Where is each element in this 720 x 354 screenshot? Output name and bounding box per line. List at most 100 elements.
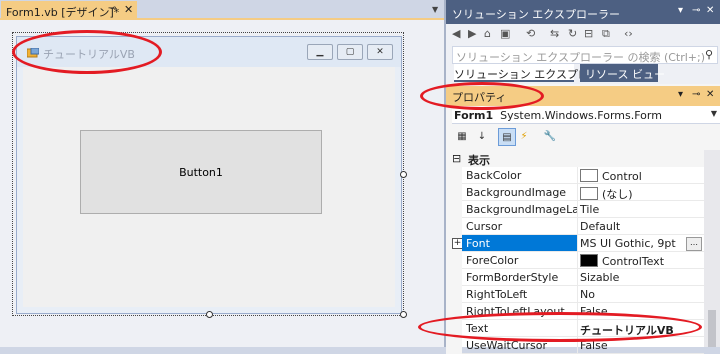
object-name: Form1 bbox=[454, 109, 494, 122]
alphabetical-icon[interactable]: ↓ bbox=[474, 128, 490, 144]
row-gutter: + bbox=[446, 235, 463, 252]
maximize-button[interactable]: ▢ bbox=[337, 44, 363, 60]
categorized-icon[interactable]: ▦ bbox=[454, 128, 470, 144]
chevron-down-icon[interactable]: ▾ bbox=[678, 89, 683, 100]
row-gutter bbox=[446, 184, 462, 201]
property-grid-scrollbar[interactable] bbox=[704, 150, 720, 347]
value-text: ControlText bbox=[602, 255, 665, 268]
property-row-backgroundimagelayout[interactable]: BackgroundImageLayo Tile bbox=[446, 201, 704, 218]
property-row-font[interactable]: + Font MS UI Gothic, 9pt … bbox=[446, 235, 704, 252]
close-button[interactable]: ✕ bbox=[367, 44, 393, 60]
switch-views-icon[interactable]: ▣ bbox=[500, 27, 510, 40]
row-gutter bbox=[446, 201, 462, 218]
object-selector-label: Form1 System.Windows.Forms.Form bbox=[454, 109, 662, 122]
close-icon: ✕ bbox=[376, 47, 384, 57]
property-name: BackColor bbox=[466, 169, 522, 182]
close-icon[interactable]: ✕ bbox=[706, 5, 714, 16]
pin-icon[interactable]: ⊸ bbox=[692, 89, 700, 100]
color-swatch bbox=[580, 169, 598, 182]
pending-changes-icon[interactable]: ⟲ bbox=[526, 27, 535, 40]
property-name: BackgroundImage bbox=[466, 186, 567, 199]
property-name: FormBorderStyle bbox=[466, 271, 559, 284]
value-text: MS UI Gothic, 9pt bbox=[580, 237, 676, 250]
color-swatch bbox=[580, 254, 598, 267]
solution-explorer-tabs: ソリューション エクスプローラー リソース ビュー bbox=[446, 64, 720, 84]
row-gutter bbox=[446, 286, 462, 303]
value-text: (なし) bbox=[602, 188, 633, 200]
property-name: Font bbox=[462, 235, 577, 251]
solution-explorer-title: ソリューション エクスプローラー bbox=[452, 8, 620, 21]
property-value[interactable]: (なし) bbox=[577, 184, 704, 200]
value-text: Control bbox=[602, 170, 642, 183]
solution-explorer-header: ソリューション エクスプローラー ▾ ⊸ ✕ bbox=[446, 0, 720, 24]
row-gutter bbox=[446, 269, 462, 286]
scrollbar-thumb[interactable] bbox=[708, 310, 716, 347]
chevron-down-icon[interactable]: ▼ bbox=[432, 5, 438, 14]
property-value[interactable]: Default bbox=[577, 218, 704, 234]
refresh-icon[interactable]: ↻ bbox=[568, 27, 577, 40]
chevron-down-icon: ▼ bbox=[710, 109, 717, 118]
annotation-circle-properties bbox=[420, 82, 544, 110]
search-icon[interactable]: ⚲ bbox=[705, 48, 713, 61]
pin-icon[interactable]: ⊸ bbox=[692, 5, 700, 16]
property-row-cursor[interactable]: Cursor Default bbox=[446, 218, 704, 235]
property-value[interactable]: No bbox=[577, 286, 704, 302]
resize-handle-corner[interactable] bbox=[400, 311, 407, 318]
property-row-backcolor[interactable]: BackColor Control bbox=[446, 167, 704, 184]
property-value[interactable]: ControlText bbox=[577, 252, 704, 268]
property-name: Cursor bbox=[466, 220, 503, 233]
property-name: BackgroundImageLayo bbox=[466, 203, 577, 216]
sync-icon[interactable]: ⇆ bbox=[550, 27, 559, 40]
minimize-icon: ▁ bbox=[316, 47, 324, 57]
tab-title: Form1.vb [デザイン]* bbox=[6, 6, 120, 19]
home-icon[interactable]: ⌂ bbox=[484, 27, 491, 40]
resize-handle-bottom[interactable] bbox=[206, 311, 213, 318]
property-row-forecolor[interactable]: ForeColor ControlText bbox=[446, 252, 704, 269]
property-row-righttoleft[interactable]: RightToLeft No bbox=[446, 286, 704, 303]
object-type: System.Windows.Forms.Form bbox=[500, 109, 662, 122]
property-row-formborderstyle[interactable]: FormBorderStyle Sizable bbox=[446, 269, 704, 286]
row-gutter bbox=[446, 218, 462, 235]
back-icon[interactable]: ◀ bbox=[452, 27, 460, 40]
property-value[interactable]: Tile bbox=[577, 201, 704, 217]
pin-icon[interactable]: ⊸ bbox=[108, 3, 116, 14]
tab-solution-explorer[interactable]: ソリューション エクスプローラー bbox=[454, 64, 622, 82]
minimize-button[interactable]: ▁ bbox=[307, 44, 333, 60]
solution-explorer-pane: ソリューション エクスプローラー ▾ ⊸ ✕ ◀ ▶ ⌂ ▣ ⟲ ⇆ ↻ ⊟ ⧉… bbox=[446, 0, 720, 84]
property-pages-icon[interactable]: 🔧 bbox=[542, 128, 558, 144]
close-icon[interactable]: ✕ bbox=[706, 89, 714, 100]
forward-icon[interactable]: ▶ bbox=[468, 27, 476, 40]
property-name: ForeColor bbox=[466, 254, 519, 267]
solution-explorer-search-input[interactable]: ソリューション エクスプローラー の検索 (Ctrl+;) ⚲ bbox=[452, 46, 718, 64]
close-icon[interactable]: ✕ bbox=[124, 3, 133, 16]
show-all-files-icon[interactable]: ⧉ bbox=[602, 27, 610, 41]
property-value[interactable]: Sizable bbox=[577, 269, 704, 285]
row-gutter bbox=[446, 167, 462, 184]
code-view-icon[interactable]: ‹› bbox=[624, 27, 633, 40]
property-name: RightToLeft bbox=[466, 288, 528, 301]
properties-icon[interactable]: ▤ bbox=[498, 128, 516, 146]
tab-form1-design[interactable]: Form1.vb [デザイン]* ⊸ ✕ bbox=[1, 1, 137, 20]
solution-explorer-toolbar: ◀ ▶ ⌂ ▣ ⟲ ⇆ ↻ ⊟ ⧉ ‹› bbox=[446, 24, 720, 44]
collapse-all-icon[interactable]: ⊟ bbox=[584, 27, 593, 40]
search-placeholder: ソリューション エクスプローラー の検索 (Ctrl+;) bbox=[456, 51, 706, 64]
collapse-icon[interactable]: ⊟ bbox=[452, 152, 461, 165]
annotation-circle-text-property bbox=[418, 312, 702, 342]
chevron-down-icon[interactable]: ▾ bbox=[678, 5, 683, 16]
property-row-backgroundimage[interactable]: BackgroundImage (なし) bbox=[446, 184, 704, 201]
ellipsis-button[interactable]: … bbox=[686, 237, 702, 251]
resize-handle-right[interactable] bbox=[400, 171, 407, 178]
properties-toolbar: ▦ ↓ ▤ ⚡ 🔧 bbox=[446, 126, 720, 148]
tab-resource-view[interactable]: リソース ビュー bbox=[580, 64, 665, 82]
maximize-icon: ▢ bbox=[345, 47, 355, 57]
button1[interactable]: Button1 bbox=[80, 130, 322, 214]
properties-pane: プロパティ ▾ ⊸ ✕ Form1 System.Windows.Forms.F… bbox=[446, 84, 720, 354]
image-swatch bbox=[580, 187, 598, 200]
category-label: 表示 bbox=[468, 154, 490, 167]
property-value[interactable]: MS UI Gothic, 9pt … bbox=[577, 235, 704, 251]
events-icon[interactable]: ⚡ bbox=[516, 128, 532, 144]
category-display[interactable]: ⊟ 表示 bbox=[446, 150, 704, 167]
annotation-circle-form-title bbox=[12, 30, 162, 74]
property-value[interactable]: Control bbox=[577, 167, 704, 183]
row-gutter bbox=[446, 337, 462, 354]
